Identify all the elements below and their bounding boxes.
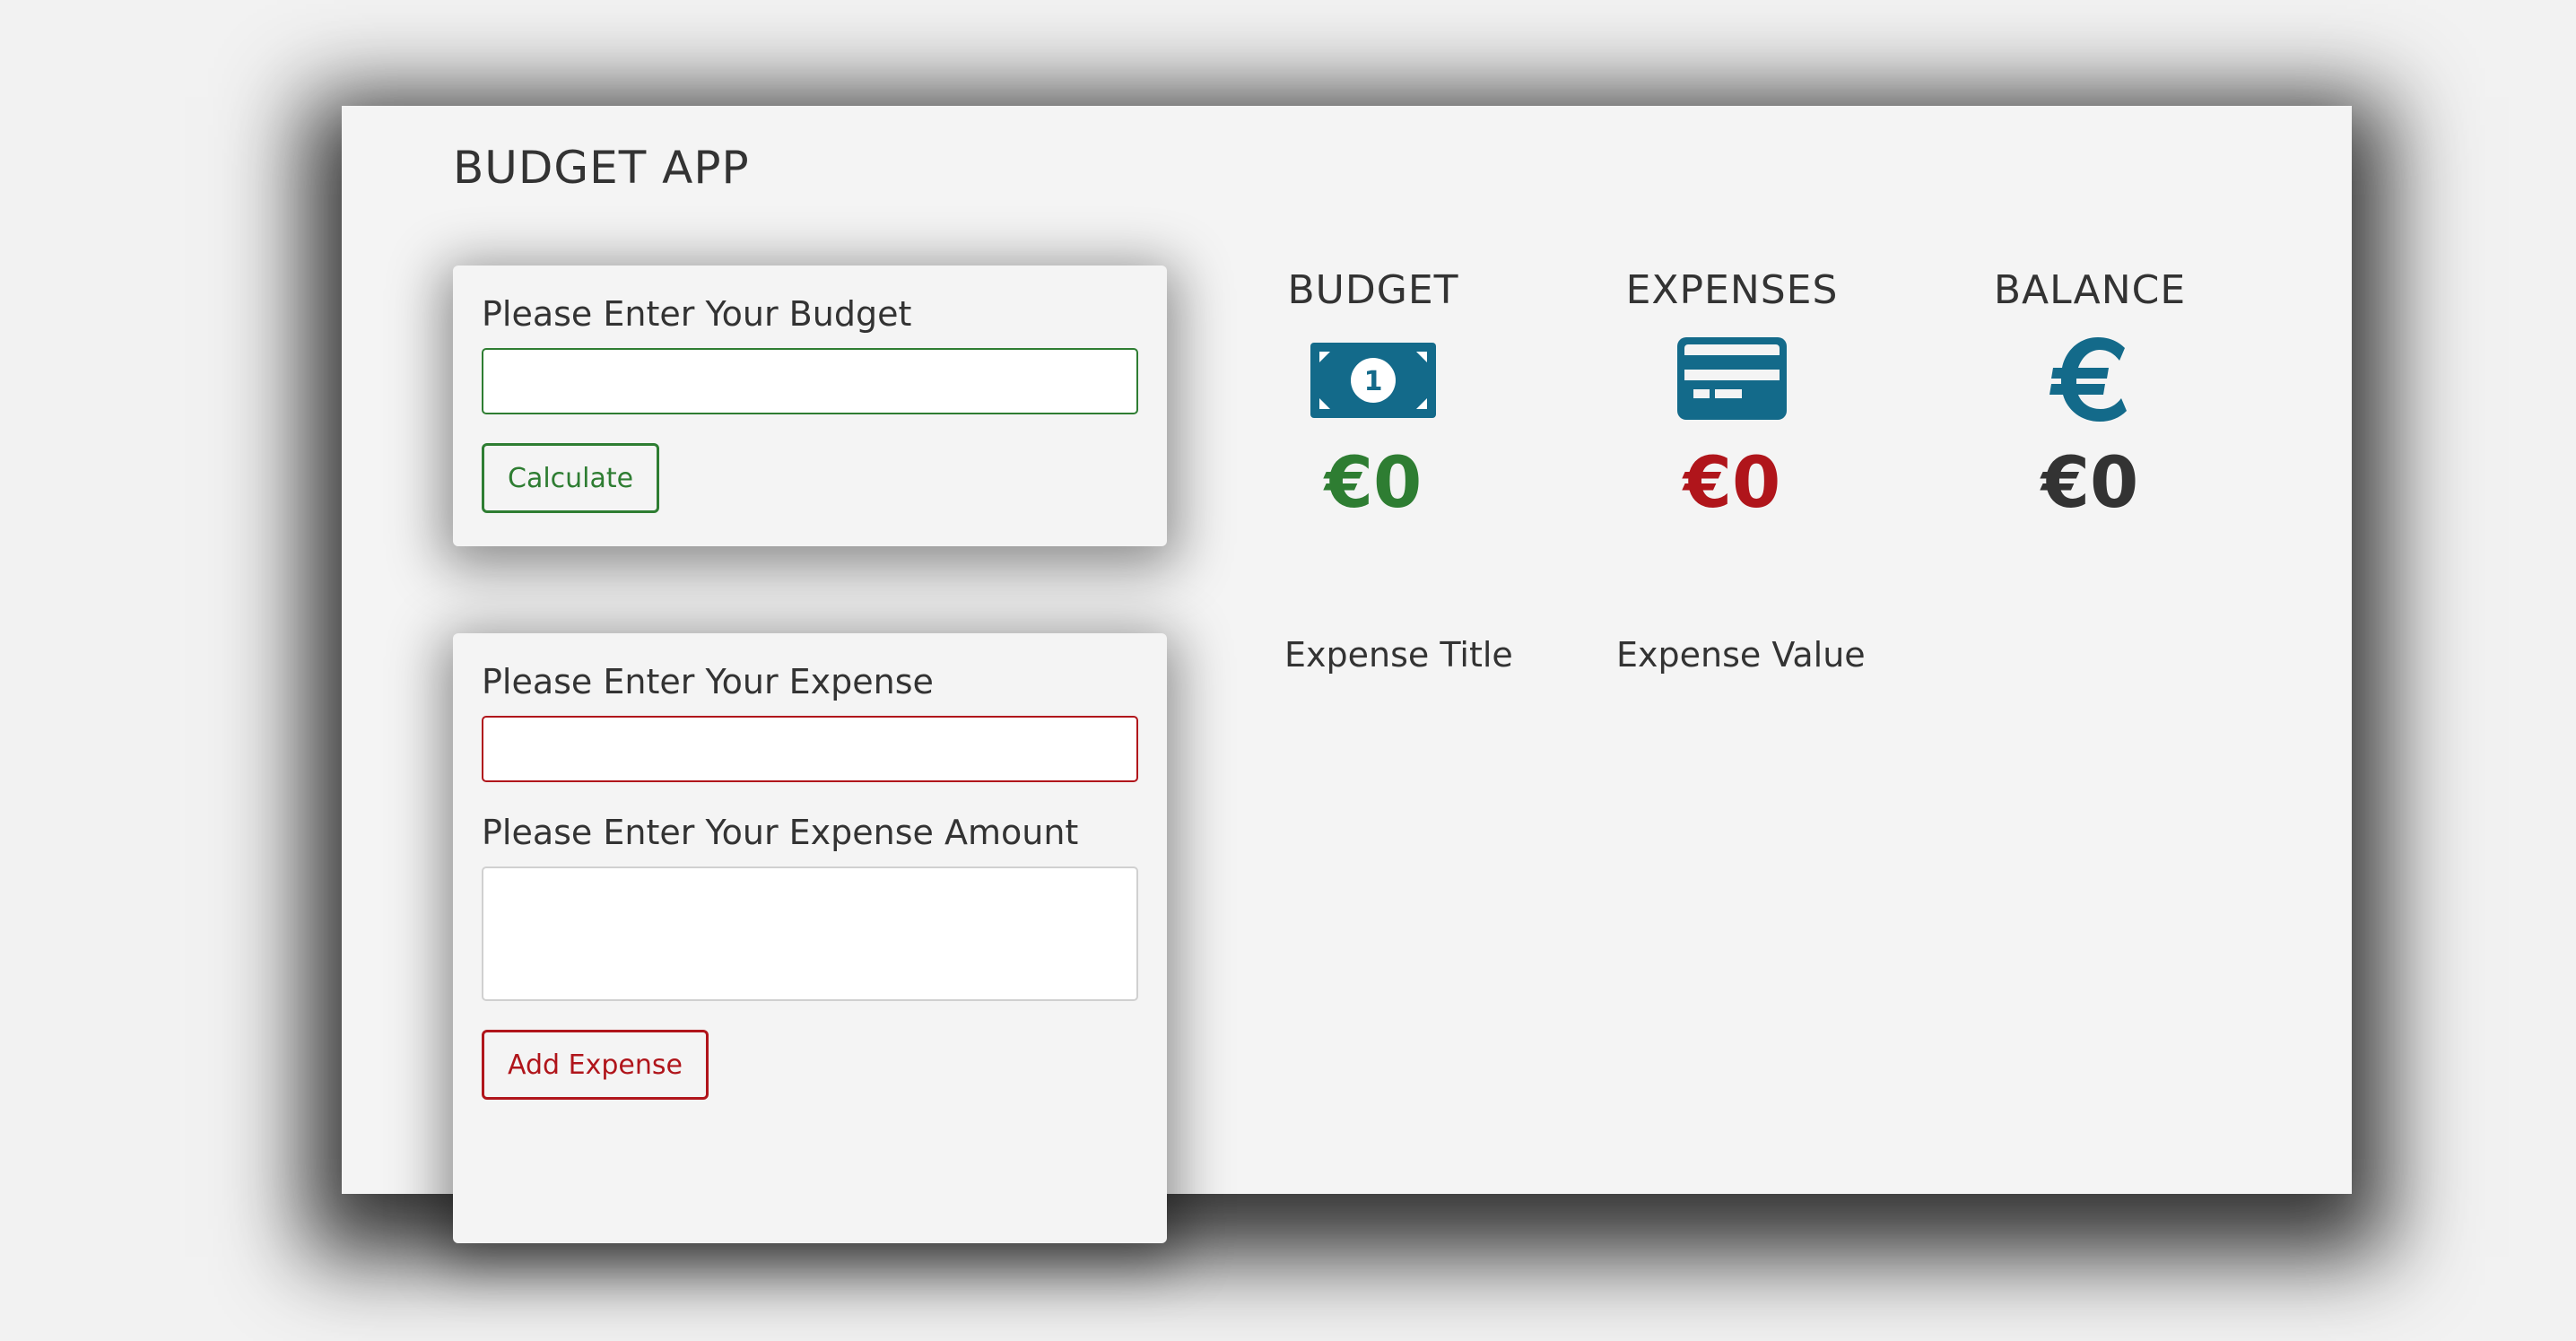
banknote-icon: 1 <box>1310 343 1436 418</box>
expense-title-column-header: Expense Title <box>1284 635 1513 675</box>
budget-input[interactable] <box>482 348 1138 414</box>
budget-form-card: Please Enter Your Budget Calculate <box>453 266 1167 546</box>
app-window: BUDGET APP Please Enter Your Budget Calc… <box>342 106 2352 1243</box>
budget-amount: €0 <box>1324 443 1423 524</box>
app-title: BUDGET APP <box>453 142 750 194</box>
expense-amount-label: Please Enter Your Expense Amount <box>482 813 1079 852</box>
expenses-summary-label: EXPENSES <box>1625 267 1839 313</box>
expense-value-column-header: Expense Value <box>1616 635 1866 675</box>
expense-amount-input[interactable] <box>482 866 1138 1001</box>
svg-text:1: 1 <box>1364 366 1383 397</box>
add-expense-button[interactable]: Add Expense <box>482 1030 709 1100</box>
expense-title-label: Please Enter Your Expense <box>482 662 934 701</box>
expense-form-card: Please Enter Your Expense Please Enter Y… <box>453 633 1167 1243</box>
euro-icon <box>2049 337 2127 422</box>
credit-card-icon <box>1677 337 1787 420</box>
expense-title-input[interactable] <box>482 716 1138 782</box>
budget-summary-label: BUDGET <box>1287 267 1459 313</box>
expenses-summary: EXPENSES €0 <box>1597 267 1867 524</box>
budget-summary: BUDGET 1 €0 <box>1239 267 1508 524</box>
calculate-button[interactable]: Calculate <box>482 443 660 513</box>
balance-summary: BALANCE €0 <box>1955 267 2224 524</box>
expenses-amount: €0 <box>1683 443 1781 524</box>
balance-summary-label: BALANCE <box>1993 267 2187 313</box>
budget-input-label: Please Enter Your Budget <box>482 294 912 334</box>
balance-amount: €0 <box>2041 443 2139 524</box>
